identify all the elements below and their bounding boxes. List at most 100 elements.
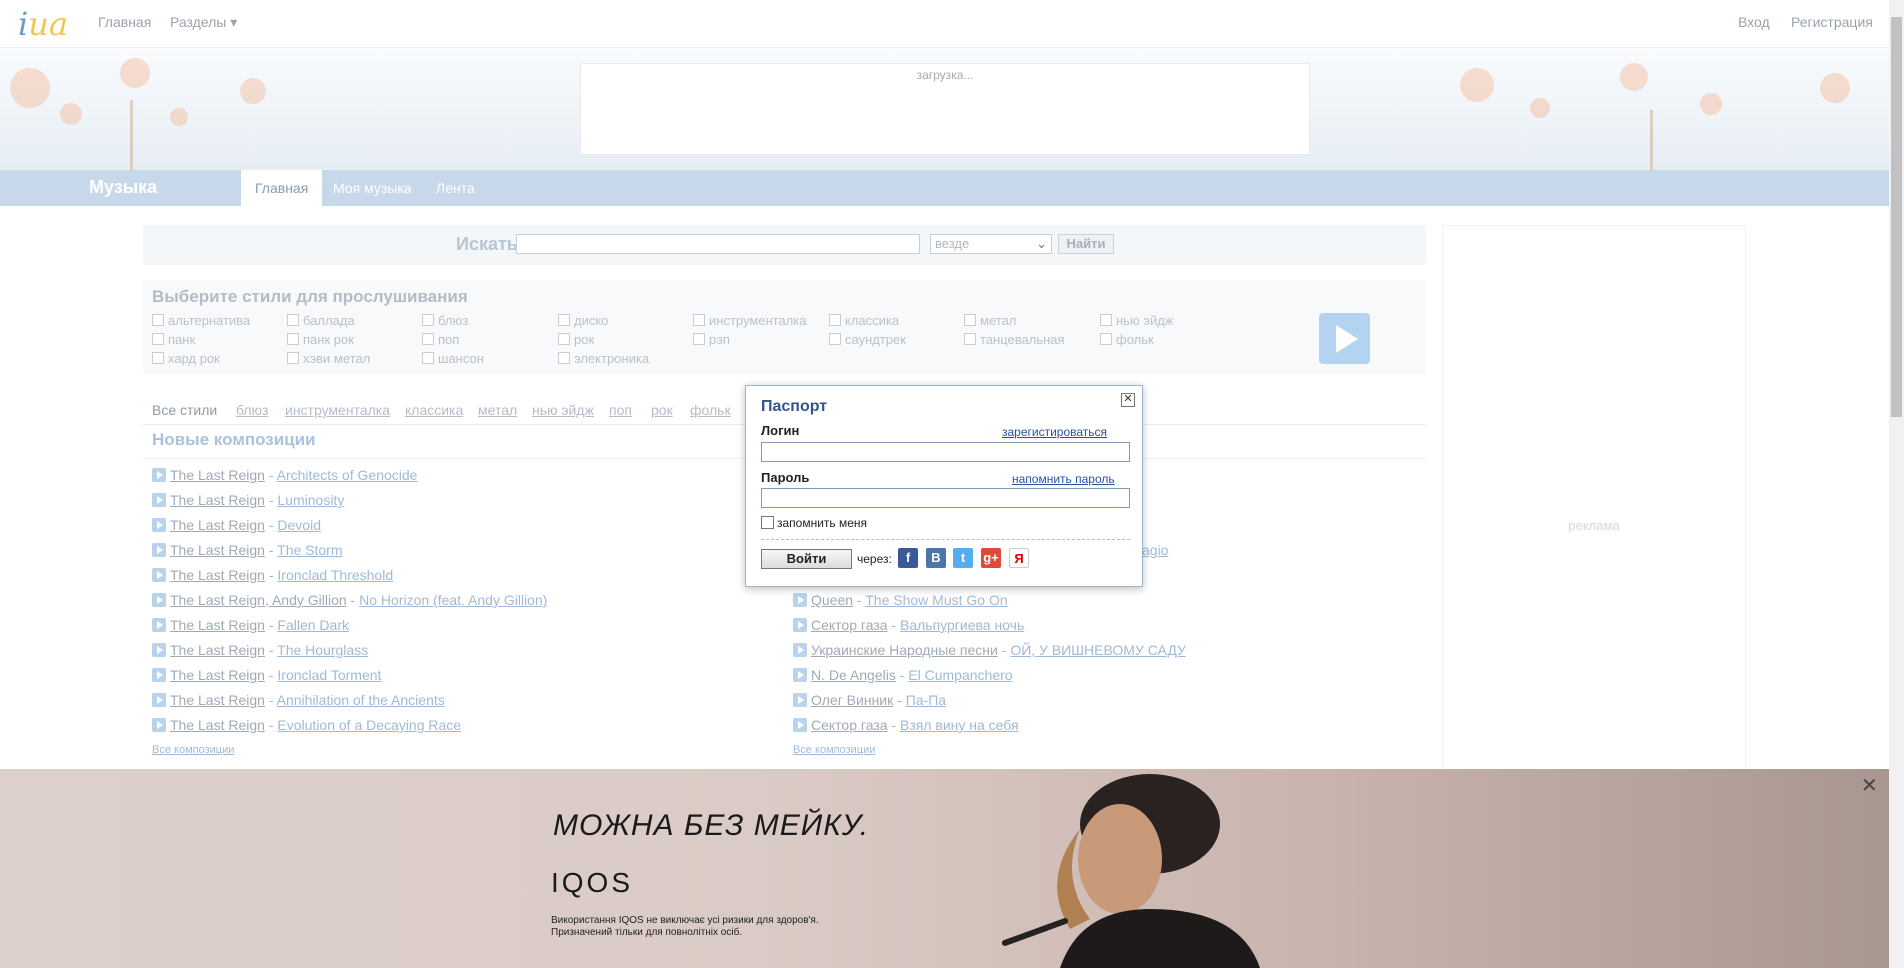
track-song-link[interactable]: The Show Must Go On xyxy=(865,592,1007,608)
style-checkbox[interactable]: нью эйдж xyxy=(1100,313,1174,328)
style-checkbox[interactable]: танцевальная xyxy=(964,332,1065,347)
all-tracks-link-right[interactable]: Все композиции xyxy=(793,744,875,756)
genre-tab[interactable]: рок xyxy=(651,402,673,418)
style-checkbox[interactable]: рэп xyxy=(693,332,730,347)
play-icon[interactable] xyxy=(793,693,807,707)
style-checkbox[interactable]: классика xyxy=(829,313,899,328)
nav-home-link[interactable]: Главная xyxy=(98,14,151,30)
style-checkbox[interactable]: альтернатива xyxy=(152,313,250,328)
play-icon[interactable] xyxy=(793,643,807,657)
google-plus-icon[interactable]: g+ xyxy=(981,548,1001,568)
remember-me-checkbox[interactable]: запомнить меня xyxy=(761,516,867,530)
track-song-link[interactable]: The Storm xyxy=(277,542,342,558)
genre-tab[interactable]: блюз xyxy=(236,402,268,418)
style-checkbox[interactable]: электроника xyxy=(558,351,649,366)
tab-feed[interactable]: Лента xyxy=(422,170,489,206)
play-icon[interactable] xyxy=(793,593,807,607)
remind-password-link[interactable]: напомнить пароль xyxy=(1012,472,1115,486)
track-artist-link[interactable]: The Last Reign xyxy=(170,542,265,558)
play-icon[interactable] xyxy=(152,693,166,707)
yandex-icon[interactable]: Я xyxy=(1009,548,1029,568)
play-icon[interactable] xyxy=(152,668,166,682)
track-artist-link[interactable]: The Last Reign xyxy=(170,717,265,733)
track-song-link[interactable]: Взял вину на себя xyxy=(900,717,1019,733)
track-song-link[interactable]: Вальпургиева ночь xyxy=(900,617,1024,633)
login-input[interactable] xyxy=(761,442,1130,462)
search-button[interactable]: Найти xyxy=(1058,234,1114,254)
track-song-link[interactable]: Fallen Dark xyxy=(277,617,349,633)
genre-tab[interactable]: инструменталка xyxy=(285,402,390,418)
track-artist-link[interactable]: The Last Reign xyxy=(170,692,265,708)
track-artist-link[interactable]: Сектор газа xyxy=(811,717,888,733)
track-artist-link[interactable]: The Last Reign xyxy=(170,492,265,508)
track-song-link[interactable]: Ironclad Threshold xyxy=(277,567,393,583)
track-song-link[interactable]: The Hourglass xyxy=(277,642,368,658)
track-artist-link[interactable]: Украинские Народные песни xyxy=(811,642,998,658)
style-checkbox[interactable]: фольк xyxy=(1100,332,1154,347)
track-song-link[interactable]: ОЙ, У ВИШНЕВОМУ САДУ xyxy=(1010,642,1186,658)
track-song-link[interactable]: Па-Па xyxy=(906,692,946,708)
search-input[interactable] xyxy=(516,234,920,254)
track-artist-link[interactable]: Queen xyxy=(811,592,853,608)
track-artist-link[interactable]: The Last Reign, Andy Gillion xyxy=(170,592,347,608)
style-checkbox[interactable]: метал xyxy=(964,313,1016,328)
style-checkbox[interactable]: рок xyxy=(558,332,594,347)
style-checkbox[interactable]: диско xyxy=(558,313,608,328)
track-song-link[interactable]: Luminosity xyxy=(277,492,344,508)
banner-ad-slot[interactable]: загрузка... xyxy=(580,63,1310,155)
play-icon[interactable] xyxy=(152,518,166,532)
facebook-icon[interactable]: f xyxy=(898,548,918,568)
style-checkbox[interactable]: шансон xyxy=(422,351,484,366)
play-icon[interactable] xyxy=(152,543,166,557)
style-checkbox[interactable]: поп xyxy=(422,332,459,347)
genre-tab[interactable]: фольк xyxy=(690,402,731,418)
password-input[interactable] xyxy=(761,488,1130,508)
play-icon[interactable] xyxy=(793,618,807,632)
play-icon[interactable] xyxy=(152,718,166,732)
style-checkbox[interactable]: баллада xyxy=(287,313,355,328)
track-song-link[interactable]: Evolution of a Decaying Race xyxy=(277,717,461,733)
genre-tab[interactable]: нью эйдж xyxy=(532,402,594,418)
style-checkbox[interactable]: панк xyxy=(152,332,195,347)
nav-register-link[interactable]: Регистрация xyxy=(1791,14,1873,30)
page-scrollbar[interactable] xyxy=(1889,0,1904,968)
style-checkbox[interactable]: инструменталка xyxy=(693,313,807,328)
play-icon[interactable] xyxy=(152,493,166,507)
genre-tab[interactable]: Все стили xyxy=(152,402,217,418)
genre-tab[interactable]: метал xyxy=(478,402,517,418)
play-icon[interactable] xyxy=(152,643,166,657)
play-styles-button[interactable] xyxy=(1319,313,1370,364)
track-artist-link[interactable]: The Last Reign xyxy=(170,517,265,533)
play-icon[interactable] xyxy=(793,668,807,682)
play-icon[interactable] xyxy=(152,593,166,607)
site-logo[interactable]: iua xyxy=(18,5,68,43)
nav-sections-menu[interactable]: Разделы ▾ xyxy=(170,14,237,31)
track-artist-link[interactable]: The Last Reign xyxy=(170,467,265,483)
play-icon[interactable] xyxy=(152,468,166,482)
track-song-link[interactable]: agio xyxy=(1142,542,1168,558)
vkontakte-icon[interactable]: B xyxy=(926,548,946,568)
section-title[interactable]: Музыка xyxy=(89,177,157,198)
track-artist-link[interactable]: Сектор газа xyxy=(811,617,888,633)
track-song-link[interactable]: Ironclad Torment xyxy=(277,667,381,683)
style-checkbox[interactable]: хэви метал xyxy=(287,351,370,366)
all-tracks-link-left[interactable]: Все композиции xyxy=(152,744,234,756)
track-artist-link[interactable]: The Last Reign xyxy=(170,567,265,583)
twitter-icon[interactable]: t xyxy=(953,548,973,568)
track-song-link[interactable]: Annihilation of the Ancients xyxy=(277,692,445,708)
genre-tab[interactable]: поп xyxy=(609,402,632,418)
close-icon[interactable]: ✕ xyxy=(1861,776,1878,796)
tab-home[interactable]: Главная xyxy=(241,170,323,206)
play-icon[interactable] xyxy=(152,568,166,582)
sidebar-ad[interactable]: реклама xyxy=(1442,225,1746,772)
close-icon[interactable]: ✕ xyxy=(1121,393,1135,407)
bottom-ad-banner[interactable]: ✕ МОЖНА БЕЗ МЕЙКУ. IQOS Використання IQO… xyxy=(0,769,1889,968)
style-checkbox[interactable]: панк рок xyxy=(287,332,354,347)
track-artist-link[interactable]: N. De Angelis xyxy=(811,667,896,683)
track-song-link[interactable]: Architects of Genocide xyxy=(277,467,418,483)
play-icon[interactable] xyxy=(152,618,166,632)
search-scope-select[interactable]: везде ⌄ xyxy=(930,234,1052,254)
style-checkbox[interactable]: саундтрек xyxy=(829,332,906,347)
nav-login-link[interactable]: Вход xyxy=(1738,14,1770,30)
style-checkbox[interactable]: блюз xyxy=(422,313,468,328)
